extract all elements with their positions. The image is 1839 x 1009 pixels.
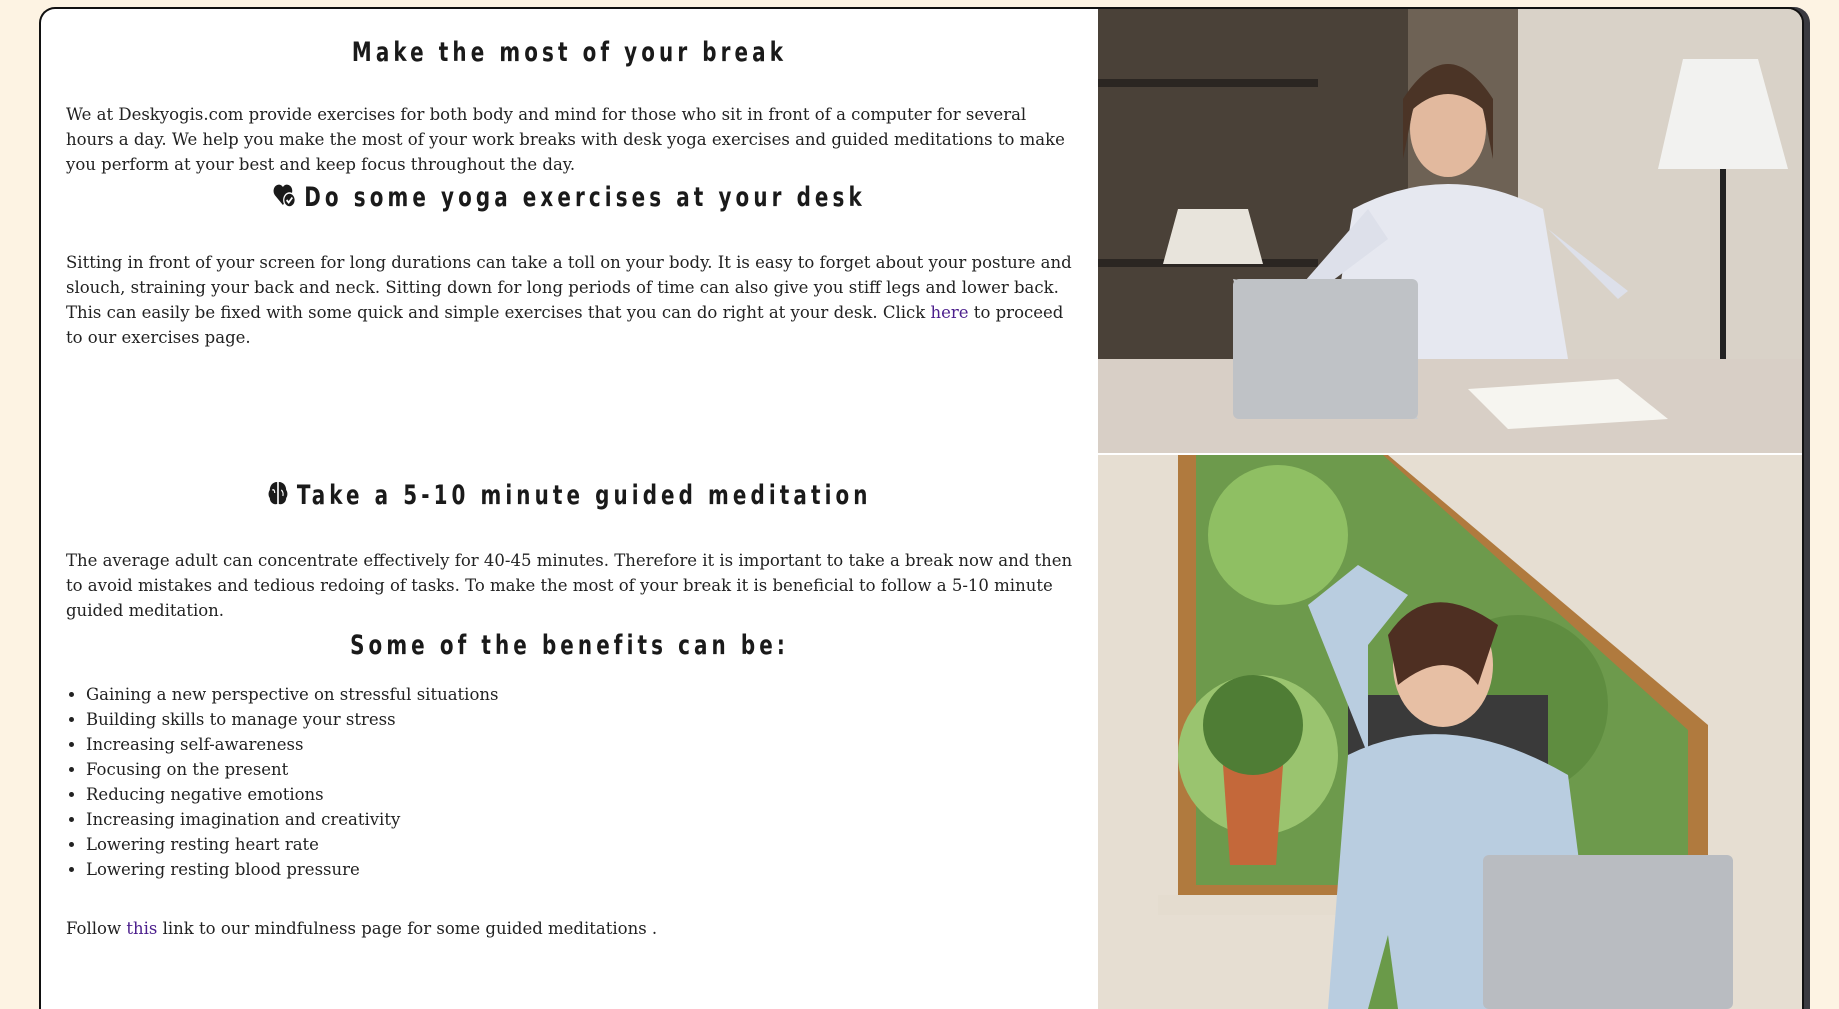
break-heading: Make the most of your break [351,37,788,68]
list-item: Reducing negative emotions [86,782,1073,807]
exercises-link[interactable]: here [931,303,969,322]
meditating-woman-photo [1098,9,1802,453]
list-item: Increasing imagination and creativity [86,807,1073,832]
follow-text-before: Follow [66,919,127,938]
yoga-text-before: Sitting in front of your screen for long… [66,253,1072,322]
brain-icon [267,480,288,513]
follow-paragraph: Follow this link to our mindfulness page… [66,916,1073,941]
list-item: Gaining a new perspective on stressful s… [86,682,1073,707]
yoga-heading-text: Do some yoga exercises at your desk [304,182,866,213]
benefits-list: Gaining a new perspective on stressful s… [66,682,1073,882]
stretching-woman-photo [1098,455,1802,1009]
benefits-heading: Some of the benefits can be: [350,630,789,661]
yoga-heading: Do some yoga exercises at your desk [136,182,1003,214]
list-item: Lowering resting blood pressure [86,857,1073,882]
yoga-paragraph: Sitting in front of your screen for long… [66,250,1073,350]
heart-check-icon [273,183,296,214]
meditation-paragraph: The average adult can concentrate effect… [66,551,1073,620]
image-column [1098,9,1802,1009]
meditation-heading: Take a 5-10 minute guided meditation [136,480,1003,513]
meditation-heading-text: Take a 5-10 minute guided meditation [296,480,872,511]
text-column: Make the most of your break We at Deskyo… [41,9,1098,1009]
list-item: Focusing on the present [86,757,1073,782]
intro-paragraph: We at Deskyogis.com provide exercises fo… [66,105,1065,174]
list-item: Increasing self-awareness [86,732,1073,757]
list-item: Building skills to manage your stress [86,707,1073,732]
follow-text-after: link to our mindfulness page for some gu… [157,919,658,938]
mindfulness-link[interactable]: this [126,919,157,938]
content-card: Make the most of your break We at Deskyo… [39,7,1804,1009]
list-item: Lowering resting heart rate [86,832,1073,857]
